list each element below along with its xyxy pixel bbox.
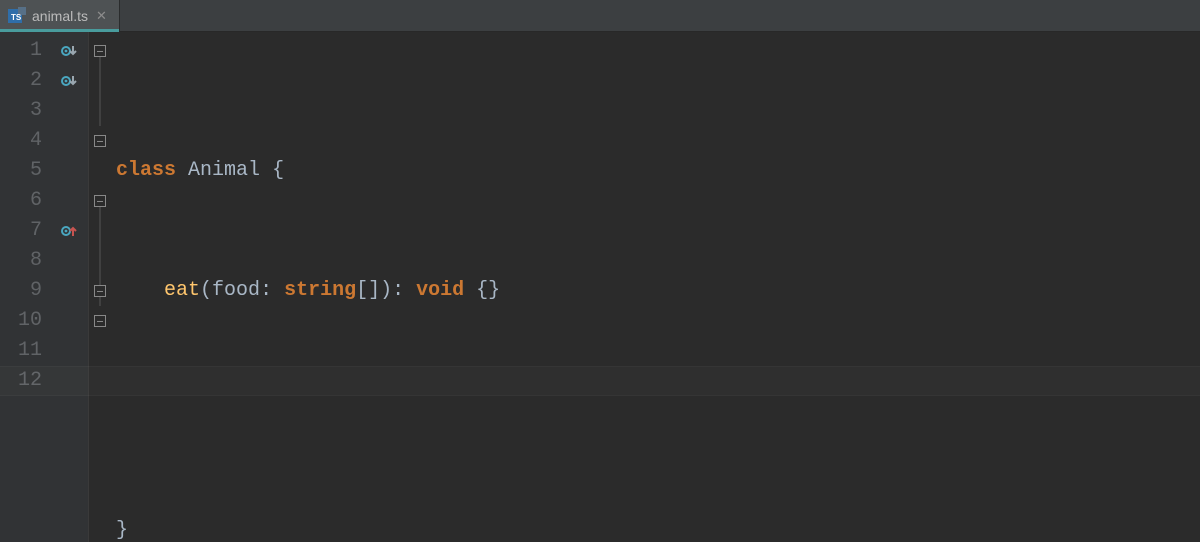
- current-line-highlight: [0, 366, 1200, 396]
- code-line[interactable]: [116, 396, 1200, 426]
- line-number[interactable]: 12: [0, 366, 42, 396]
- line-number[interactable]: 1: [0, 36, 42, 66]
- svg-text:TS: TS: [11, 13, 22, 22]
- editor-tab-active[interactable]: TS animal.ts ✕: [0, 0, 120, 31]
- close-icon[interactable]: ✕: [94, 7, 109, 24]
- line-number[interactable]: 10: [0, 306, 42, 336]
- line-number[interactable]: 3: [0, 96, 42, 126]
- fold-toggle-icon[interactable]: [94, 315, 106, 327]
- gutter-markers: [50, 32, 88, 542]
- overridden-marker[interactable]: [50, 36, 88, 66]
- line-number-gutter: 1 2 3 4 5 6 7 8 9 10 11 12: [0, 32, 50, 542]
- line-number[interactable]: 11: [0, 336, 42, 366]
- overridden-marker[interactable]: [50, 66, 88, 96]
- fold-toggle-icon[interactable]: [94, 45, 106, 57]
- line-number[interactable]: 9: [0, 276, 42, 306]
- override-down-icon: [60, 42, 78, 60]
- line-number[interactable]: 5: [0, 156, 42, 186]
- fold-toggle-icon[interactable]: [94, 135, 106, 147]
- line-number[interactable]: 6: [0, 186, 42, 216]
- code-editor[interactable]: 1 2 3 4 5 6 7 8 9 10 11 12: [0, 32, 1200, 542]
- fold-column: [88, 32, 110, 542]
- code-line[interactable]: eat(food: string[]): void {}: [116, 276, 1200, 306]
- line-number[interactable]: 8: [0, 246, 42, 276]
- fold-toggle-icon[interactable]: [94, 285, 106, 297]
- tab-bar: TS animal.ts ✕: [0, 0, 1200, 32]
- line-number[interactable]: 4: [0, 126, 42, 156]
- code-area[interactable]: class Animal { eat(food: string[]): void…: [110, 32, 1200, 542]
- tab-filename: animal.ts: [32, 8, 88, 24]
- fold-toggle-icon[interactable]: [94, 195, 106, 207]
- code-line[interactable]: }: [116, 516, 1200, 542]
- override-up-icon: [60, 222, 78, 240]
- overriding-marker[interactable]: [50, 216, 88, 246]
- code-line[interactable]: class Animal {: [116, 156, 1200, 186]
- ts-file-icon: TS: [8, 7, 26, 25]
- line-number[interactable]: 2: [0, 66, 42, 96]
- override-down-icon: [60, 72, 78, 90]
- line-number[interactable]: 7: [0, 216, 42, 246]
